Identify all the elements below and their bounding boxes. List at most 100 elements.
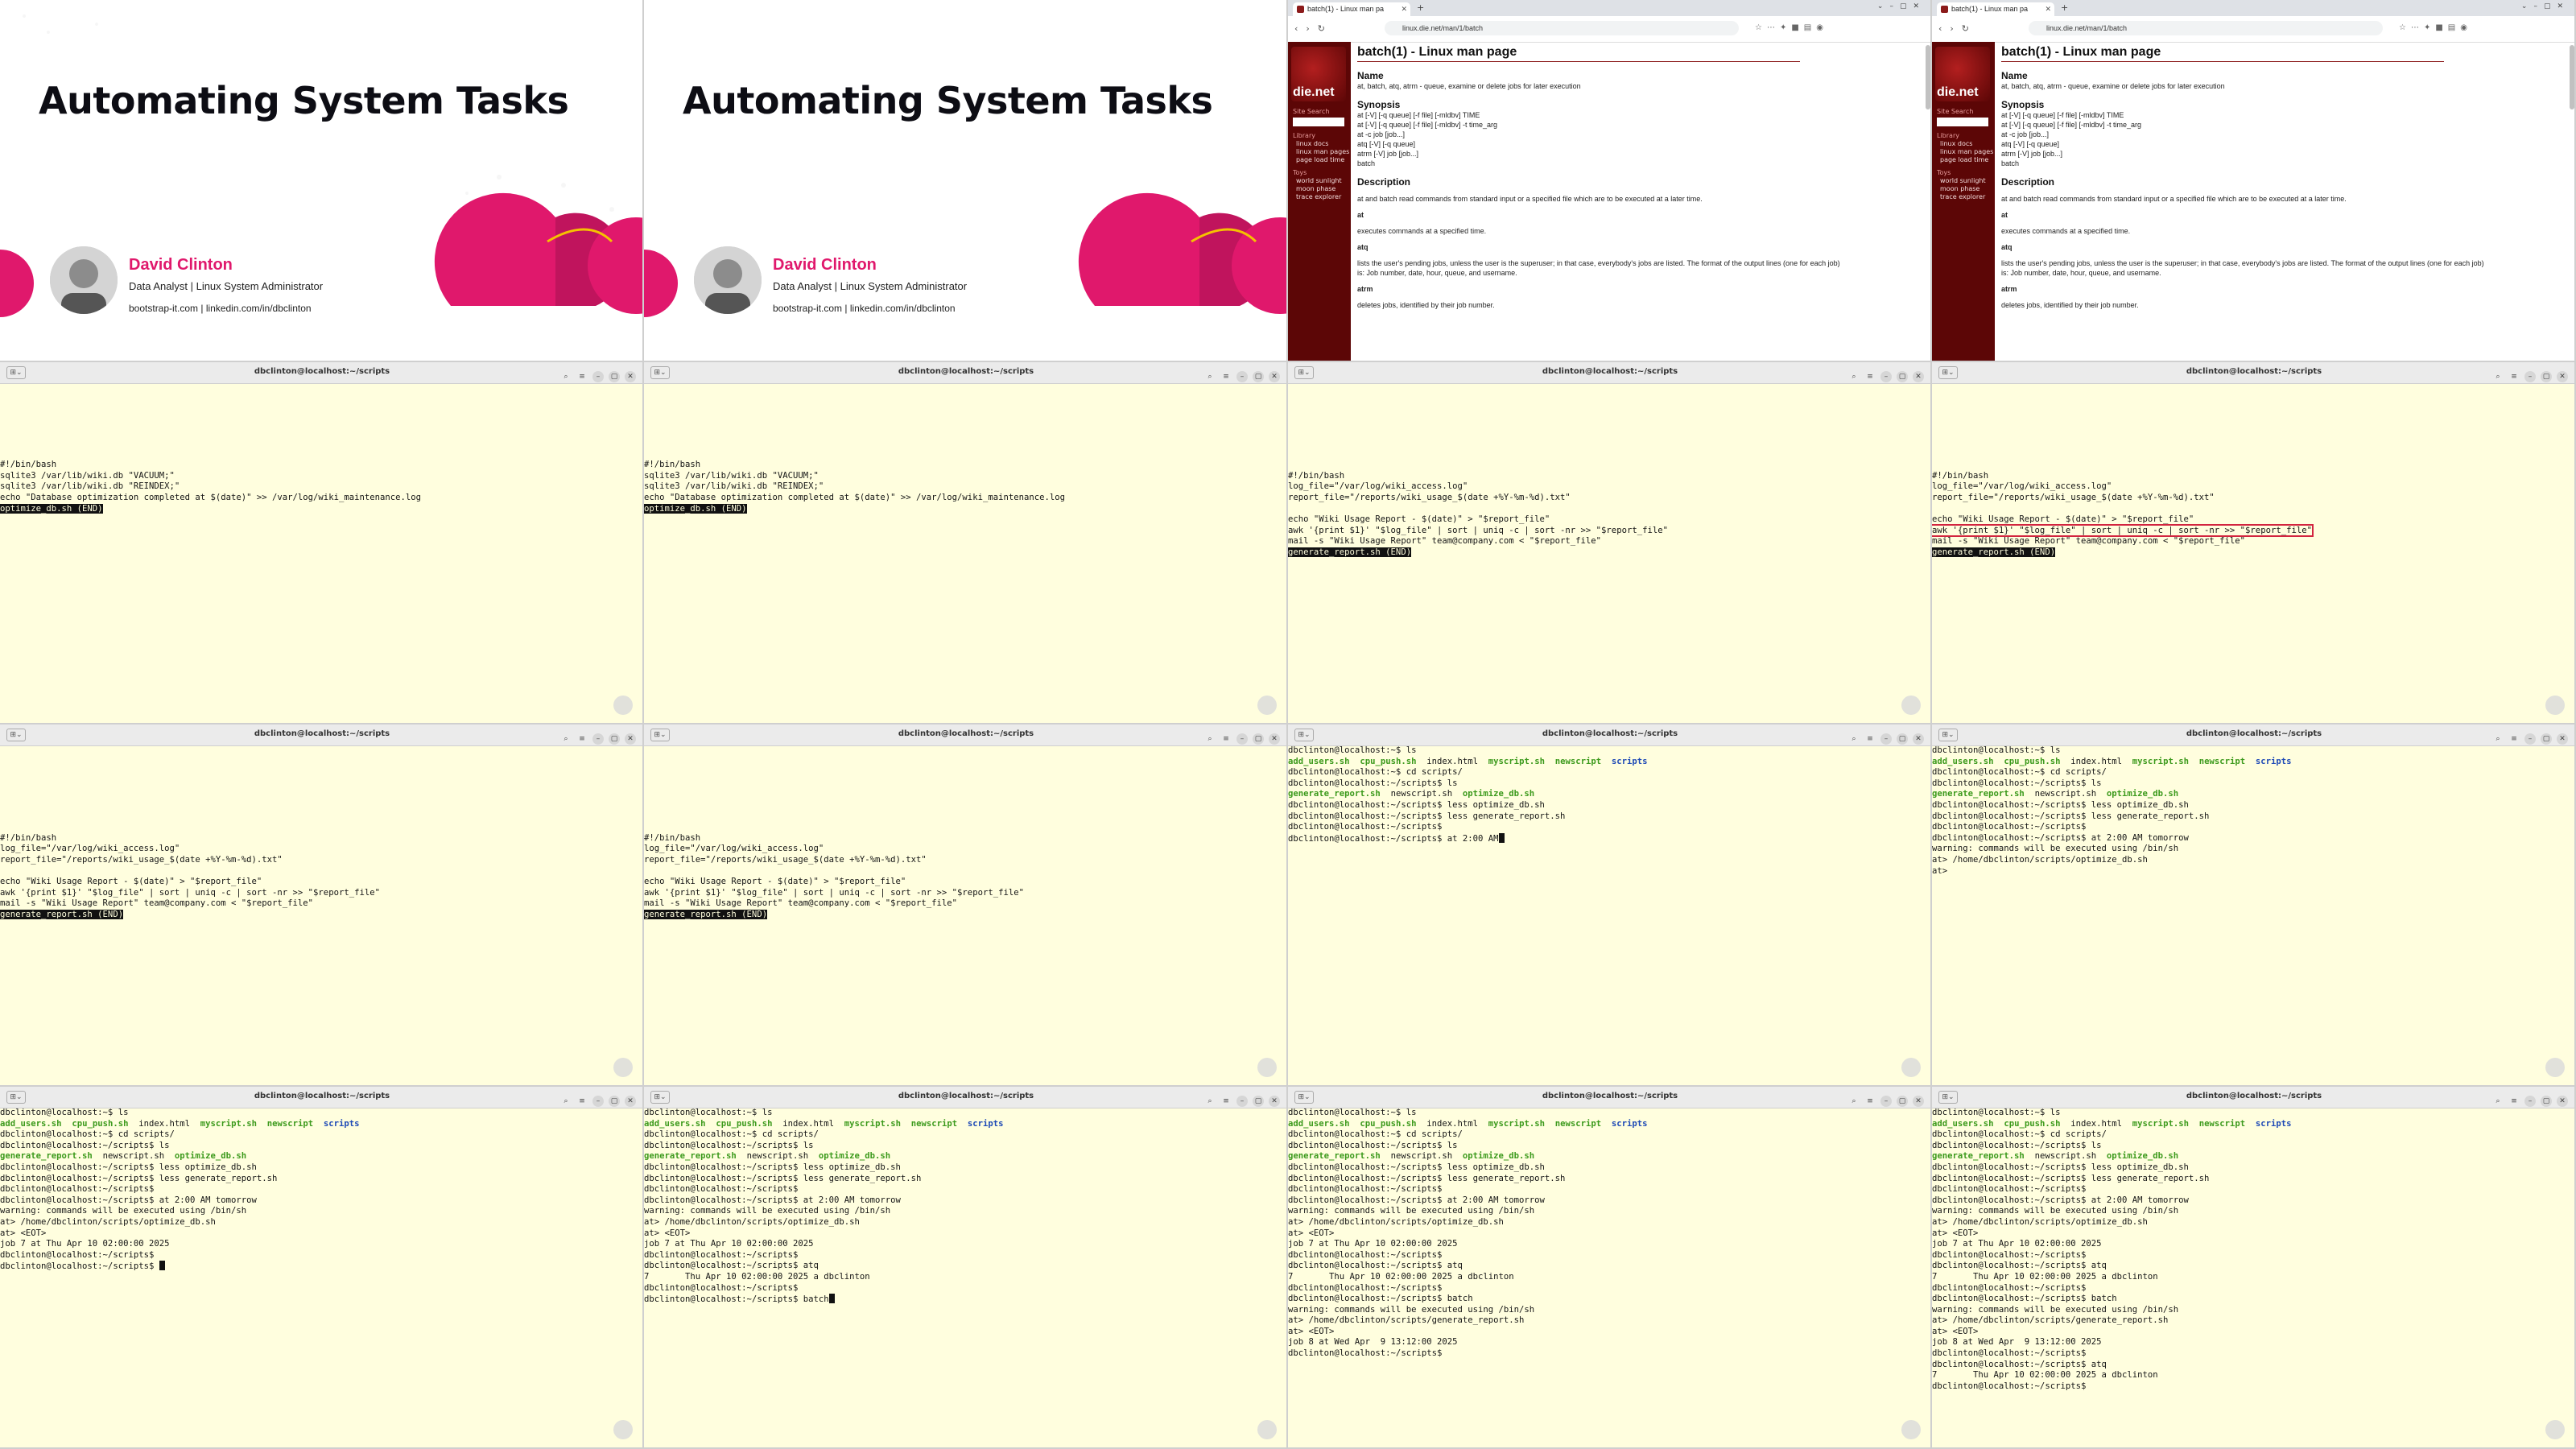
maximize-icon[interactable]: ▢ (1897, 1096, 1908, 1107)
minimize-icon[interactable]: – (592, 733, 604, 745)
overlay-button[interactable] (2545, 696, 2565, 715)
maximize-icon[interactable]: ▢ (2541, 1096, 2552, 1107)
overlay-button[interactable] (2545, 1420, 2565, 1439)
menu-icon[interactable]: ≡ (1220, 733, 1232, 745)
terminal-output[interactable]: #!/bin/bash log_file="/var/log/wiki_acces… (1288, 383, 1930, 723)
browser-tab[interactable]: batch(1) - Linux man pa ✕ (1937, 2, 2054, 16)
new-tab-button[interactable]: + (1417, 2, 1424, 13)
search-icon[interactable]: ⌕ (560, 1096, 572, 1107)
overlay-button[interactable] (1257, 1420, 1277, 1439)
search-icon[interactable]: ⌕ (1204, 733, 1216, 745)
close-icon[interactable]: ✕ (1913, 371, 1924, 382)
terminal-output[interactable]: dbclinton@localhost:~$ ls add_users.sh cp… (0, 1108, 642, 1447)
toys-link[interactable]: trace explorer (1940, 193, 1986, 201)
maximize-icon[interactable]: ▢ (1253, 371, 1264, 382)
toys-link[interactable]: trace explorer (1296, 193, 1342, 201)
toys-link[interactable]: moon phase (1940, 185, 1986, 193)
nav-buttons[interactable]: ‹›↻ (1938, 23, 1977, 34)
library-link[interactable]: linux docs (1940, 140, 1993, 148)
minimize-icon[interactable]: – (592, 371, 604, 382)
menu-icon[interactable]: ≡ (1864, 1096, 1876, 1107)
terminal-output[interactable]: dbclinton@localhost:~$ ls add_users.sh cp… (1932, 745, 2574, 1085)
toys-link[interactable]: world sunlight (1296, 177, 1342, 185)
toys-link[interactable]: moon phase (1296, 185, 1342, 193)
url-field[interactable]: linux.die.net/man/1/batch (2029, 21, 2383, 35)
site-search-input[interactable] (1937, 118, 1988, 126)
close-icon[interactable]: ✕ (2557, 733, 2568, 745)
menu-icon[interactable]: ≡ (1864, 371, 1876, 382)
window-controls[interactable]: ⌄–▢✕ (2521, 2, 2570, 10)
overlay-button[interactable] (613, 696, 633, 715)
overlay-button[interactable] (2545, 1058, 2565, 1077)
overlay-button[interactable] (613, 1420, 633, 1439)
site-search-input[interactable] (1293, 118, 1344, 126)
search-icon[interactable]: ⌕ (2492, 1096, 2504, 1107)
terminal-output[interactable]: dbclinton@localhost:~$ ls add_users.sh cp… (1932, 1108, 2574, 1447)
search-icon[interactable]: ⌕ (1204, 1096, 1216, 1107)
minimize-icon[interactable]: – (1880, 1096, 1892, 1107)
window-controls[interactable]: ⌄–▢✕ (1877, 2, 1926, 10)
toolbar-icons[interactable]: ☆⋯✦■▤◉ (2399, 23, 2472, 32)
terminal-output[interactable]: dbclinton@localhost:~$ ls add_users.sh cp… (644, 1108, 1286, 1447)
maximize-icon[interactable]: ▢ (1253, 733, 1264, 745)
maximize-icon[interactable]: ▢ (1253, 1096, 1264, 1107)
overlay-button[interactable] (1257, 1058, 1277, 1077)
terminal-output[interactable]: dbclinton@localhost:~$ ls add_users.sh cp… (1288, 745, 1930, 1085)
library-link[interactable]: page load time (1940, 156, 1993, 164)
new-tab-button[interactable]: + (2061, 2, 2068, 13)
maximize-icon[interactable]: ▢ (609, 1096, 620, 1107)
overlay-button[interactable] (1257, 696, 1277, 715)
menu-icon[interactable]: ≡ (2508, 1096, 2520, 1107)
terminal-output[interactable]: dbclinton@localhost:~$ ls add_users.sh cp… (1288, 1108, 1930, 1447)
minimize-icon[interactable]: – (1236, 1096, 1248, 1107)
terminal-output[interactable]: #!/bin/bash log_file="/var/log/wiki_acces… (0, 745, 642, 1085)
overlay-button[interactable] (1901, 696, 1921, 715)
close-icon[interactable]: ✕ (1269, 1096, 1280, 1107)
menu-icon[interactable]: ≡ (1220, 1096, 1232, 1107)
close-icon[interactable]: ✕ (625, 371, 636, 382)
minimize-icon[interactable]: – (2524, 1096, 2536, 1107)
terminal-output[interactable]: #!/bin/bash log_file="/var/log/wiki_acces… (1932, 383, 2574, 723)
search-icon[interactable]: ⌕ (2492, 371, 2504, 382)
close-icon[interactable]: ✕ (2557, 371, 2568, 382)
menu-icon[interactable]: ≡ (1864, 733, 1876, 745)
minimize-icon[interactable]: – (1236, 733, 1248, 745)
scrollbar[interactable] (1926, 45, 1930, 109)
scrollbar[interactable] (2570, 45, 2574, 109)
terminal-output[interactable]: #!/bin/bash sqlite3 /var/lib/wiki.db "VAC… (0, 383, 642, 723)
close-tab-icon[interactable]: ✕ (1401, 2, 1407, 16)
close-icon[interactable]: ✕ (2557, 1096, 2568, 1107)
search-icon[interactable]: ⌕ (560, 733, 572, 745)
search-icon[interactable]: ⌕ (1204, 371, 1216, 382)
library-link[interactable]: page load time (1296, 156, 1349, 164)
minimize-icon[interactable]: – (2524, 371, 2536, 382)
toolbar-icons[interactable]: ☆⋯✦■▤◉ (1755, 23, 1828, 32)
close-icon[interactable]: ✕ (1269, 733, 1280, 745)
menu-icon[interactable]: ≡ (576, 371, 588, 382)
menu-icon[interactable]: ≡ (576, 733, 588, 745)
search-icon[interactable]: ⌕ (1848, 1096, 1860, 1107)
terminal-output[interactable]: #!/bin/bash sqlite3 /var/lib/wiki.db "VAC… (644, 383, 1286, 723)
close-icon[interactable]: ✕ (1269, 371, 1280, 382)
maximize-icon[interactable]: ▢ (609, 733, 620, 745)
browser-tab[interactable]: batch(1) - Linux man pa ✕ (1293, 2, 1410, 16)
close-icon[interactable]: ✕ (1913, 1096, 1924, 1107)
close-icon[interactable]: ✕ (625, 1096, 636, 1107)
search-icon[interactable]: ⌕ (1848, 733, 1860, 745)
maximize-icon[interactable]: ▢ (2541, 371, 2552, 382)
overlay-button[interactable] (1901, 1058, 1921, 1077)
overlay-button[interactable] (613, 1058, 633, 1077)
minimize-icon[interactable]: – (1880, 733, 1892, 745)
terminal-output[interactable]: #!/bin/bash log_file="/var/log/wiki_acces… (644, 745, 1286, 1085)
minimize-icon[interactable]: – (2524, 733, 2536, 745)
menu-icon[interactable]: ≡ (2508, 371, 2520, 382)
toys-link[interactable]: world sunlight (1940, 177, 1986, 185)
url-field[interactable]: linux.die.net/man/1/batch (1385, 21, 1739, 35)
maximize-icon[interactable]: ▢ (1897, 371, 1908, 382)
search-icon[interactable]: ⌕ (560, 371, 572, 382)
menu-icon[interactable]: ≡ (576, 1096, 588, 1107)
minimize-icon[interactable]: – (1880, 371, 1892, 382)
maximize-icon[interactable]: ▢ (2541, 733, 2552, 745)
maximize-icon[interactable]: ▢ (1897, 733, 1908, 745)
maximize-icon[interactable]: ▢ (609, 371, 620, 382)
